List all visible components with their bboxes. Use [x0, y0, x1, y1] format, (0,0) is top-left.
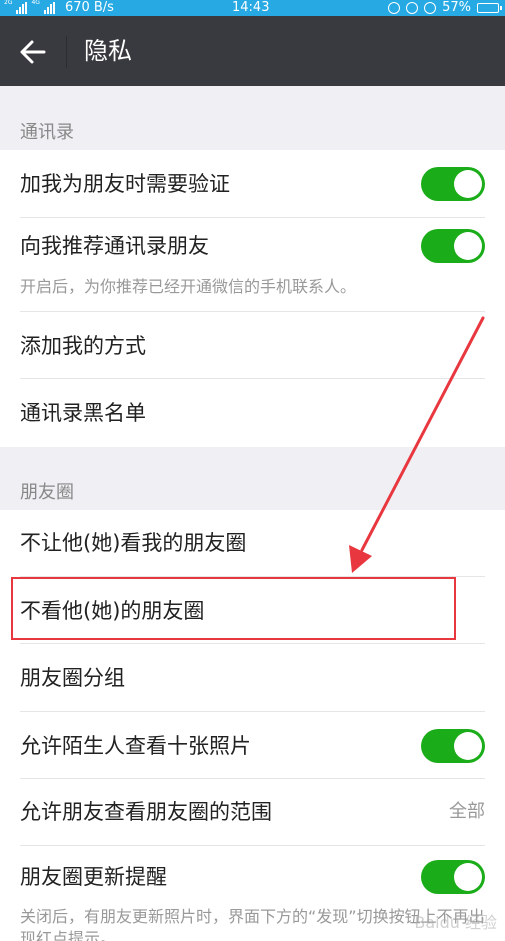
page-title: 隐私	[84, 37, 132, 65]
setting-label: 不让他(她)看我的朋友圈	[20, 531, 247, 555]
setting-contacts-blacklist[interactable]: 通讯录黑名单	[0, 379, 505, 447]
section-label-contacts: 通讯录	[20, 122, 74, 143]
vibrate-icon	[388, 2, 401, 14]
toggle-moments-update-reminder[interactable]	[421, 860, 485, 894]
battery-icon	[477, 3, 502, 13]
signal-icon-2	[43, 2, 55, 14]
toggle-recommend-contacts[interactable]	[421, 229, 485, 263]
action-bar-divider	[66, 36, 67, 68]
setting-label: 朋友圈分组	[20, 666, 125, 690]
toggle-stranger-ten-photos[interactable]	[421, 729, 485, 763]
setting-recommend-contacts[interactable]: 向我推荐通讯录朋友 开启后，为你推荐已经开通微信的手机联系人。	[0, 218, 505, 312]
moments-group: 不让他(她)看我的朋友圈 不看他(她)的朋友圈 朋友圈分组 允许陌生人查看十张照…	[0, 510, 505, 941]
setting-label: 加我为朋友时需要验证	[20, 172, 230, 196]
watermark: Baidu 经验	[414, 913, 497, 932]
setting-value: 全部	[449, 801, 485, 822]
lock-icon	[406, 2, 419, 14]
privacy-settings-screen: 2G 4G 670 B/s 14:43 57% 隐私 通讯录 加我为朋友时需要验…	[0, 0, 505, 941]
action-bar: 隐私	[0, 16, 505, 86]
battery-percent: 57%	[442, 0, 471, 15]
setting-moments-visible-range[interactable]: 允许朋友查看朋友圈的范围 全部	[0, 779, 505, 846]
setting-stranger-ten-photos[interactable]: 允许陌生人查看十张照片	[0, 712, 505, 779]
setting-label: 允许朋友查看朋友圈的范围	[20, 800, 272, 824]
section-label-moments: 朋友圈	[20, 482, 74, 503]
signal-icon	[16, 2, 28, 14]
setting-hide-my-moments[interactable]: 不让他(她)看我的朋友圈	[0, 510, 505, 577]
alarm-icon	[424, 2, 437, 14]
toggle-friend-verification[interactable]	[421, 167, 485, 201]
setting-friend-verification[interactable]: 加我为朋友时需要验证	[0, 150, 505, 218]
status-right: 57%	[388, 0, 502, 16]
setting-label: 添加我的方式	[20, 334, 146, 358]
network-type-1: 2G	[4, 0, 13, 6]
status-left: 2G 4G 670 B/s	[4, 0, 114, 16]
back-arrow-icon[interactable]	[18, 37, 48, 67]
status-time: 14:43	[232, 0, 270, 15]
network-type-2: 4G	[31, 0, 40, 6]
setting-label: 朋友圈更新提醒	[20, 865, 167, 889]
contacts-group: 加我为朋友时需要验证 向我推荐通讯录朋友 开启后，为你推荐已经开通微信的手机联系…	[0, 150, 505, 447]
setting-label: 通讯录黑名单	[20, 401, 146, 425]
highlight-box	[11, 577, 456, 640]
setting-description: 开启后，为你推荐已经开通微信的手机联系人。	[20, 277, 357, 296]
status-bar: 2G 4G 670 B/s 14:43 57%	[0, 0, 505, 16]
network-speed: 670 B/s	[64, 0, 114, 15]
setting-moments-groups[interactable]: 朋友圈分组	[0, 644, 505, 712]
setting-add-me-methods[interactable]: 添加我的方式	[0, 312, 505, 379]
setting-label: 允许陌生人查看十张照片	[20, 734, 251, 758]
setting-label: 向我推荐通讯录朋友	[20, 234, 209, 258]
